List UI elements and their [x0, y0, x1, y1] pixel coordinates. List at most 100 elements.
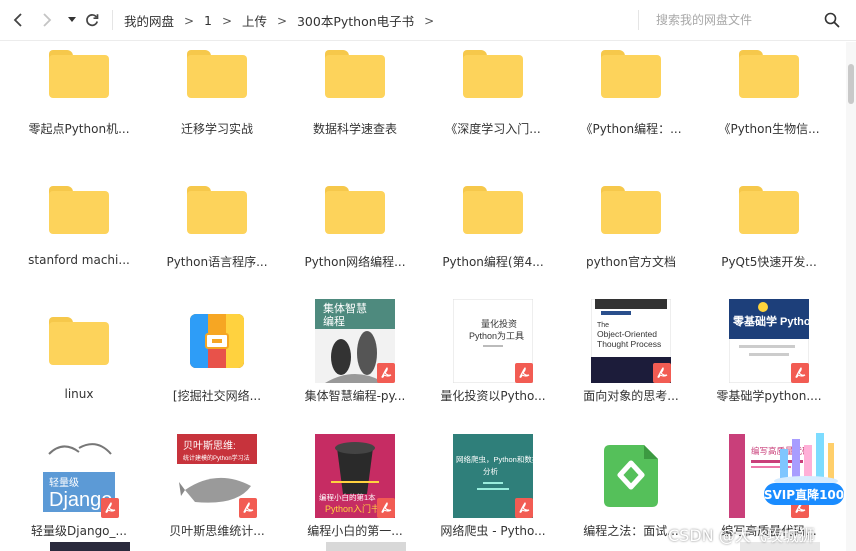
book-cover: 贝叶斯思维: 统计建模的Python学习法 — [177, 434, 257, 518]
breadcrumb-upload[interactable]: 上传 — [242, 11, 267, 30]
breadcrumb-folder-1[interactable]: 1 — [204, 13, 212, 28]
file-thumbnail — [562, 426, 700, 526]
toolbar-divider — [112, 10, 113, 30]
breadcrumb-separator: > — [183, 13, 195, 28]
file-thumbnail: The Object-Oriented Thought Process — [562, 291, 700, 391]
pdf-icon — [105, 502, 116, 513]
epub-icon — [604, 445, 658, 507]
pdf-icon — [381, 367, 392, 378]
chevron-right-icon — [43, 13, 52, 27]
breadcrumb-separator: > — [221, 13, 232, 28]
folder-icon — [187, 186, 247, 234]
file-name: 面向对象的思考... — [583, 389, 679, 403]
file-name: 集体智慧编程-py... — [304, 389, 406, 403]
breadcrumb-my-drive[interactable]: 我的网盘 — [124, 11, 174, 30]
file-name: 轻量级Django_... — [31, 524, 127, 538]
history-dropdown-button[interactable] — [62, 10, 82, 30]
file-item[interactable]: Python编程(第4... — [424, 157, 562, 291]
file-item[interactable]: stanford machi... — [10, 157, 148, 291]
breadcrumb-separator[interactable]: > — [414, 14, 444, 28]
breadcrumb-separator: > — [276, 13, 288, 28]
file-item[interactable]: 《Python编程：... — [562, 42, 700, 158]
scrollbar-track[interactable] — [846, 42, 856, 551]
file-name: 量化投资以Pytho... — [440, 389, 546, 403]
file-item[interactable]: 零起点Python机... — [10, 42, 148, 158]
file-thumbnail: 量化投资 Python为工具 — [424, 291, 562, 391]
book-cover: 网络爬虫，Python和数据 分析 — [453, 434, 533, 518]
folder-icon — [463, 50, 523, 98]
file-name: 《Python编程：... — [580, 122, 682, 136]
file-item[interactable]: 贝叶斯思维: 统计建模的Python学习法 贝叶斯思维统计... — [148, 424, 286, 551]
svg-text:零基础学 Python: 零基础学 Python — [732, 314, 809, 328]
back-button[interactable] — [8, 10, 28, 30]
file-item[interactable]: 《深度学习入门... — [424, 42, 562, 158]
file-item[interactable]: 网络爬虫，Python和数据 分析 网络爬虫 - Pytho... — [424, 424, 562, 551]
file-thumbnail — [148, 291, 286, 391]
file-thumbnail — [10, 160, 148, 260]
pdf-badge — [377, 498, 395, 518]
pdf-badge — [239, 498, 257, 518]
svg-text:轻量级: 轻量级 — [49, 476, 79, 489]
pdf-badge — [377, 363, 395, 383]
file-name: [挖掘社交网络... — [172, 389, 262, 403]
file-thumbnail — [148, 42, 286, 124]
refresh-icon — [86, 14, 99, 27]
svg-text:Python入门书: Python入门书 — [325, 503, 380, 514]
file-name: linux — [64, 387, 94, 401]
file-thumbnail — [10, 42, 148, 124]
svg-text:贝叶斯思维:: 贝叶斯思维: — [183, 439, 236, 452]
file-name: stanford machi... — [28, 253, 130, 267]
cover-title: 集体智慧 — [323, 301, 367, 315]
folder-icon — [739, 186, 799, 234]
file-item[interactable]: The Object-Oriented Thought Process 面向对象的思… — [562, 291, 700, 425]
file-item[interactable]: Python网络编程... — [286, 157, 424, 291]
file-item[interactable]: [挖掘社交网络... — [148, 291, 286, 425]
pdf-icon — [243, 502, 254, 513]
file-thumbnail — [286, 42, 424, 124]
file-thumbnail — [10, 291, 148, 391]
file-name: PyQt5快速开发... — [721, 255, 817, 269]
file-item[interactable]: 量化投资 Python为工具 量化投资以Pytho... — [424, 291, 562, 425]
csdn-watermark: CSDN @大飞攻城狮 — [668, 526, 815, 545]
gift-bars-icon — [774, 433, 838, 486]
folder-icon — [187, 50, 247, 98]
svip-promo[interactable]: SVIP直降100 — [762, 425, 846, 507]
search-button[interactable] — [824, 12, 840, 28]
chevron-left-icon — [13, 13, 22, 27]
file-thumbnail — [700, 42, 838, 124]
file-thumbnail — [562, 42, 700, 124]
file-item[interactable]: linux — [10, 291, 148, 425]
file-item[interactable]: 轻量级 Django 轻量级Django_... — [10, 424, 148, 551]
next-row-thumbnail[interactable] — [326, 542, 406, 551]
breadcrumb-current-folder[interactable]: 300本Python电子书 — [297, 11, 414, 30]
folder-icon — [739, 50, 799, 98]
file-item[interactable]: 数据科学速查表 — [286, 42, 424, 158]
pdf-badge — [791, 363, 809, 383]
next-row-thumbnail[interactable] — [50, 542, 130, 551]
file-thumbnail: 集体智慧 编程 — [286, 291, 424, 391]
forward-button[interactable] — [37, 10, 57, 30]
pdf-icon — [519, 367, 530, 378]
pdf-badge — [653, 363, 671, 383]
svg-text:Object-Oriented: Object-Oriented — [597, 329, 657, 339]
file-item[interactable]: 编程小白的第1本 Python入门书 编程小白的第一... — [286, 424, 424, 551]
search-divider — [638, 10, 639, 30]
file-grid: 零起点Python机... 迁移学习实战 数据科学速查表 《深度学习入门... … — [10, 42, 838, 551]
file-item[interactable]: python官方文档 — [562, 157, 700, 291]
folder-icon — [49, 50, 109, 98]
scrollbar-thumb[interactable] — [848, 64, 854, 104]
file-item[interactable]: 集体智慧 编程 集体智慧编程-py... — [286, 291, 424, 425]
file-item[interactable]: 零基础学 Python 零基础学python.... — [700, 291, 838, 425]
file-item[interactable]: 迁移学习实战 — [148, 42, 286, 158]
svg-text:量化投资: 量化投资 — [481, 318, 517, 329]
file-item[interactable]: PyQt5快速开发... — [700, 157, 838, 291]
book-cover: 集体智慧 编程 — [315, 299, 395, 383]
pdf-icon — [381, 502, 392, 513]
book-cover: 零基础学 Python — [729, 299, 809, 383]
svip-promo-button[interactable]: SVIP直降100 — [764, 483, 844, 505]
file-name: Python编程(第4... — [442, 255, 544, 269]
search-input[interactable] — [650, 8, 818, 32]
file-item[interactable]: 《Python生物信... — [700, 42, 838, 158]
file-item[interactable]: Python语言程序... — [148, 157, 286, 291]
refresh-button[interactable] — [82, 10, 102, 30]
